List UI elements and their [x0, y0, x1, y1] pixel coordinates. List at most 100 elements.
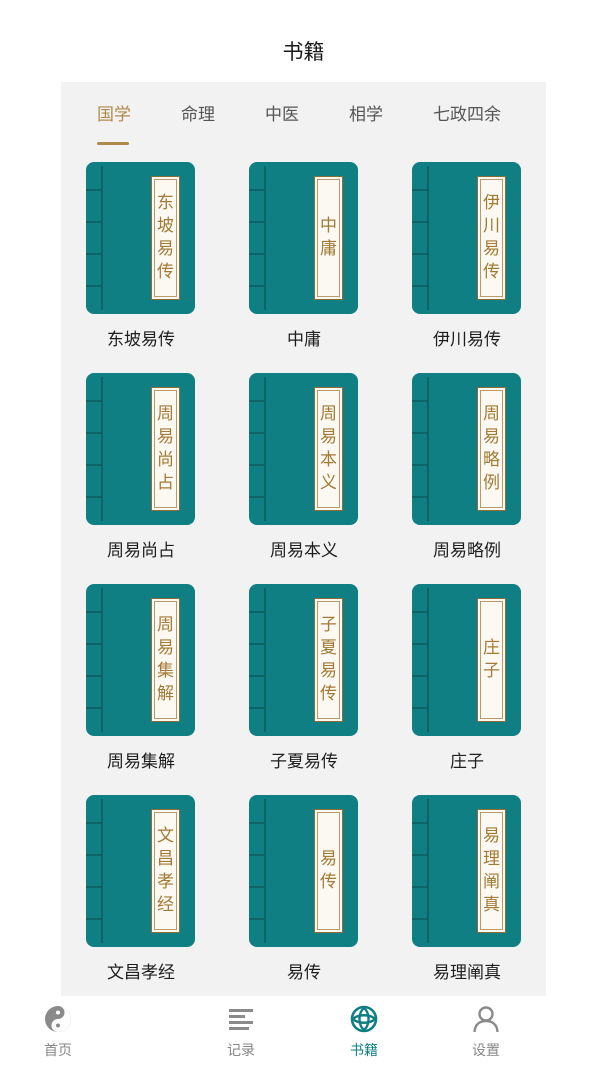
- nav-books[interactable]: 书籍: [324, 1004, 404, 1066]
- nav-label: 书籍: [350, 1043, 378, 1059]
- book-cover-char: 集: [157, 661, 174, 681]
- book-cover-char: 易: [483, 427, 500, 447]
- book-item[interactable]: 周易集解周易集解: [61, 584, 221, 784]
- book-cover-char: 义: [320, 473, 337, 493]
- book-cover-char: 周: [157, 615, 174, 635]
- page-title: 书籍: [282, 40, 325, 64]
- book-cover-char: 理: [483, 849, 500, 869]
- book-cover-char: 周: [157, 404, 174, 424]
- list-lines-icon: [229, 1009, 253, 1030]
- book-cover-char: 孝: [157, 872, 174, 892]
- book-cover: 周易尚占: [86, 373, 195, 525]
- tab-mingli[interactable]: 命理: [181, 104, 215, 134]
- book-cover-label: 易理阐真: [477, 809, 506, 933]
- book-cover-label: 周易略例: [477, 387, 506, 511]
- tab-xiangxue[interactable]: 相学: [349, 104, 383, 134]
- book-cover: 文昌孝经: [86, 795, 195, 947]
- book-title: 周易尚占: [107, 541, 175, 561]
- book-cover-char: 夏: [320, 638, 337, 658]
- book-cover: 周易略例: [412, 373, 521, 525]
- book-cover-char: 易: [157, 427, 174, 447]
- book-cover-label: 伊川易传: [477, 176, 506, 300]
- book-cover: 易理阐真: [412, 795, 521, 947]
- book-cover-label: 子夏易传: [314, 598, 343, 722]
- book-item[interactable]: 中庸中庸: [224, 162, 384, 362]
- book-title: 文昌孝经: [107, 963, 175, 983]
- book-cover: 周易本义: [249, 373, 358, 525]
- book-title: 子夏易传: [270, 752, 338, 772]
- book-knot-icon: [350, 1005, 378, 1033]
- nav-records[interactable]: 记录: [201, 1004, 281, 1066]
- book-item[interactable]: 庄子庄子: [387, 584, 546, 784]
- bottom-nav: 首页 记录 书籍 设置: [0, 996, 607, 1080]
- book-cover-label: 东坡易传: [151, 176, 180, 300]
- book-item[interactable]: 东坡易传东坡易传: [61, 162, 221, 362]
- book-title: 周易本义: [270, 541, 338, 561]
- book-cover-char: 本: [320, 450, 337, 470]
- book-cover-char: 易: [483, 239, 500, 259]
- book-cover-char: 东: [157, 193, 174, 213]
- book-item[interactable]: 周易略例周易略例: [387, 373, 546, 573]
- book-cover-char: 传: [483, 262, 500, 282]
- category-tabs: 国学 命理 中医 相学 七政四余: [61, 82, 546, 152]
- nav-label: 首页: [44, 1043, 72, 1059]
- book-cover-char: 传: [320, 872, 337, 892]
- book-item[interactable]: 文昌孝经文昌孝经: [61, 795, 221, 995]
- book-title: 中庸: [287, 330, 321, 350]
- book-cover: 易传: [249, 795, 358, 947]
- book-cover-label: 庄子: [477, 598, 506, 722]
- book-cover-char: 略: [483, 450, 500, 470]
- book-title: 周易略例: [433, 541, 501, 561]
- nav-settings[interactable]: 设置: [446, 1004, 526, 1066]
- book-cover-char: 占: [157, 473, 174, 493]
- book-cover-char: 庸: [320, 239, 337, 259]
- book-cover: 庄子: [412, 584, 521, 736]
- book-title: 易理阐真: [433, 963, 501, 983]
- book-cover-char: 例: [483, 473, 500, 493]
- book-title: 周易集解: [107, 752, 175, 772]
- book-item[interactable]: 周易尚占周易尚占: [61, 373, 221, 573]
- yin-yang-icon: [45, 1006, 71, 1032]
- book-item[interactable]: 周易本义周易本义: [224, 373, 384, 573]
- book-cover-char: 易: [157, 638, 174, 658]
- book-cover-char: 伊: [483, 193, 500, 213]
- book-cover-char: 周: [320, 404, 337, 424]
- book-item[interactable]: 易理阐真易理阐真: [387, 795, 546, 995]
- user-icon: [473, 1006, 499, 1033]
- book-cover-char: 易: [157, 239, 174, 259]
- book-title: 易传: [287, 963, 321, 983]
- book-cover-char: 传: [157, 262, 174, 282]
- book-item[interactable]: 易传易传: [224, 795, 384, 995]
- tab-zhongyi[interactable]: 中医: [265, 104, 299, 134]
- book-cover-char: 庄: [483, 638, 500, 658]
- book-cover-label: 文昌孝经: [151, 809, 180, 933]
- book-cover-char: 昌: [157, 849, 174, 869]
- books-panel: 国学 命理 中医 相学 七政四余 东坡易传东坡易传 中庸中庸 伊 川 易 传 伊…: [61, 82, 546, 996]
- nav-label: 设置: [472, 1043, 500, 1059]
- book-cover-char: 传: [320, 684, 337, 704]
- book-cover-char: 尚: [157, 450, 174, 470]
- book-cover-char: 解: [157, 684, 174, 704]
- nav-label: 记录: [227, 1043, 255, 1059]
- book-cover-char: 易: [320, 849, 337, 869]
- book-item[interactable]: 子夏易传子夏易传: [224, 584, 384, 784]
- header: 书籍: [0, 0, 607, 82]
- book-cover-label: 周易本义: [314, 387, 343, 511]
- book-cover: 东坡易传: [86, 162, 195, 314]
- book-cover: 周易集解: [86, 584, 195, 736]
- book-cover-char: 真: [483, 895, 500, 915]
- book-title: 庄子: [450, 752, 484, 772]
- nav-home[interactable]: 首页: [18, 1004, 98, 1066]
- tab-guoxue[interactable]: 国学: [97, 104, 131, 134]
- book-cover-label: 易传: [314, 809, 343, 933]
- book-title: 东坡易传: [107, 330, 175, 350]
- book-cover-label: 中庸: [314, 176, 343, 300]
- book-cover-char: 周: [483, 404, 500, 424]
- tab-qizhengsiyu[interactable]: 七政四余: [433, 104, 501, 134]
- book-cover-char: 文: [157, 826, 174, 846]
- book-title: 伊川易传: [433, 330, 501, 350]
- book-cover: 中庸: [249, 162, 358, 314]
- book-cover: 子夏易传: [249, 584, 358, 736]
- book-cover: 伊川易传: [412, 162, 521, 314]
- book-item[interactable]: 伊川易传伊川易传: [387, 162, 546, 362]
